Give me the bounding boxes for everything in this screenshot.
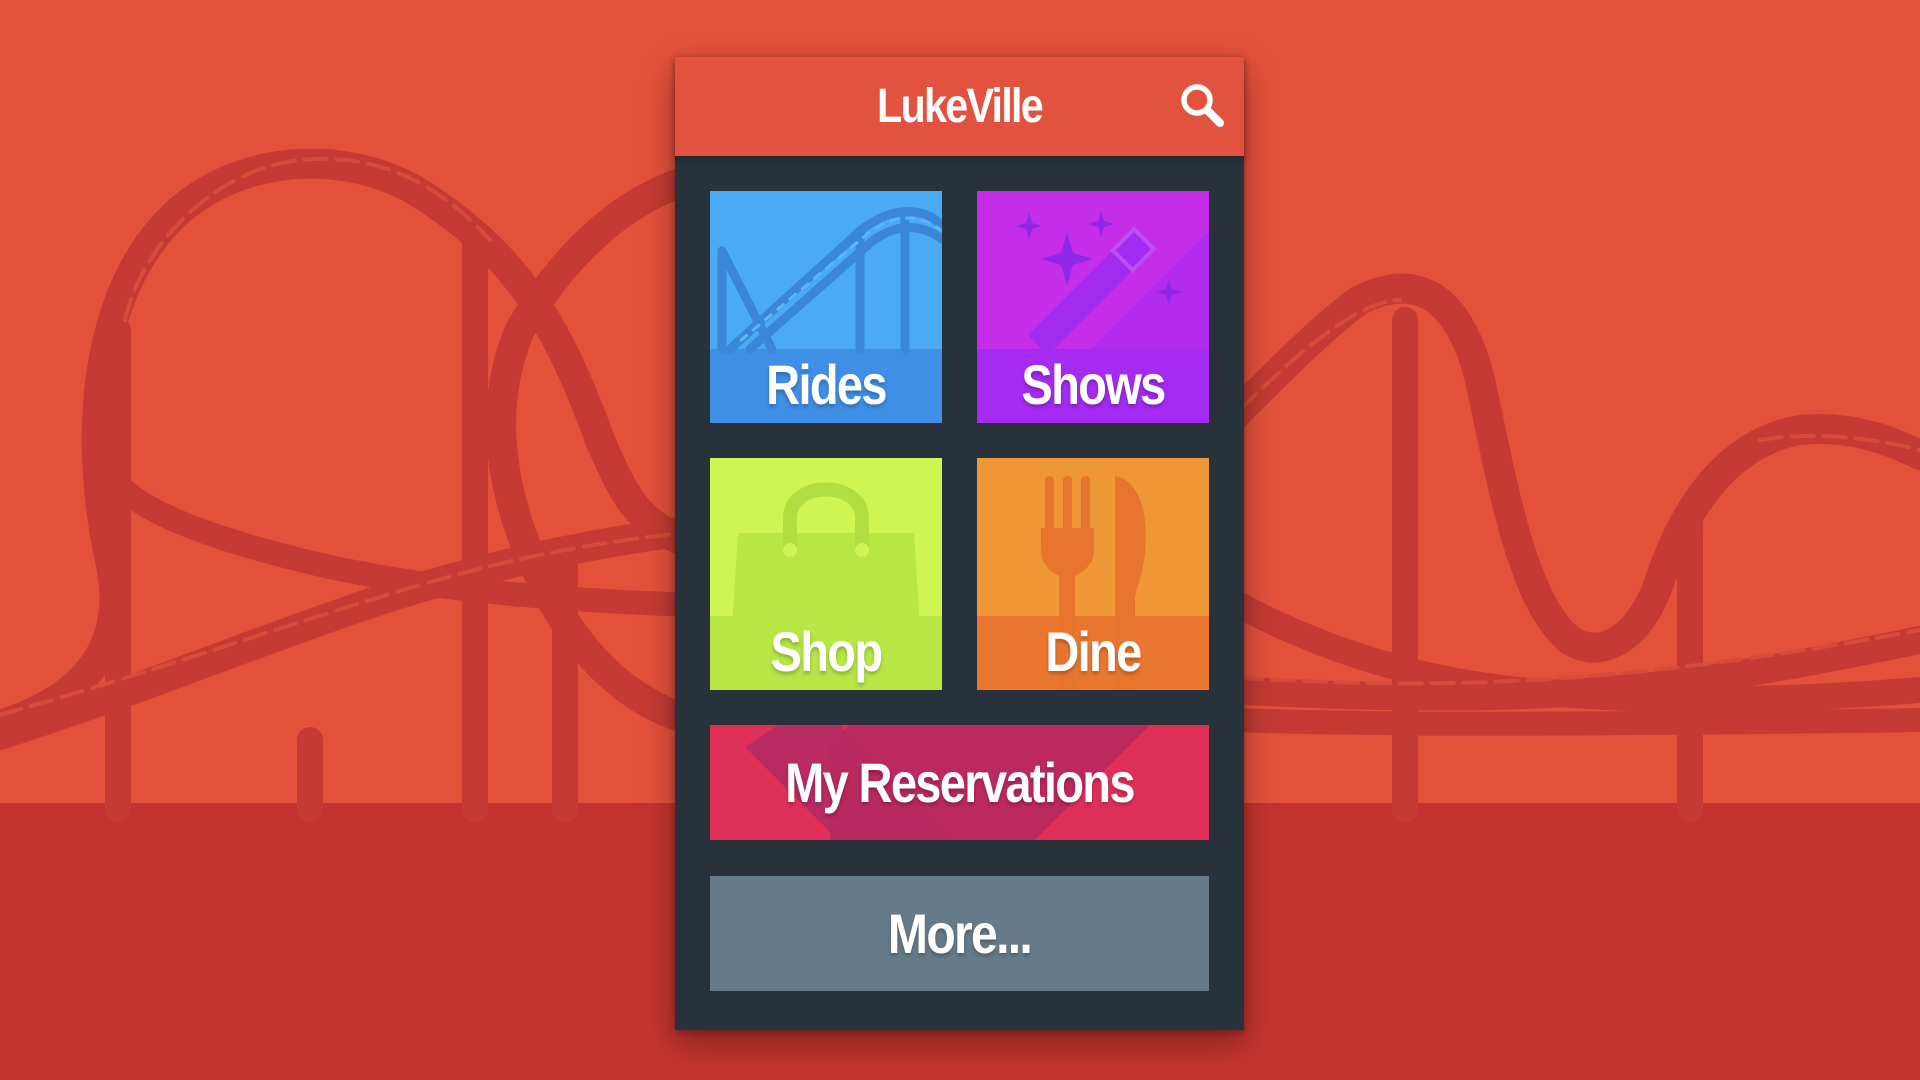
app-title: LukeVille [876, 80, 1044, 133]
search-button[interactable] [1177, 80, 1227, 130]
shop-label: Shop [770, 620, 884, 683]
dine-label: Dine [1045, 620, 1142, 683]
shows-tile[interactable]: Shows [977, 191, 1209, 423]
search-icon [1181, 84, 1224, 127]
app-window: LukeVille Rides Shows Shop Dine My Reser… [675, 57, 1244, 1030]
more-label: More... [887, 902, 1033, 965]
rides-label: Rides [766, 353, 887, 416]
app-bar: LukeVille [675, 57, 1244, 156]
my-reservations-button[interactable]: My Reservations [710, 725, 1209, 840]
my-reservations-label: My Reservations [785, 751, 1135, 814]
more-button[interactable]: More... [710, 876, 1209, 991]
shows-label: Shows [1021, 353, 1166, 416]
rides-tile[interactable]: Rides [710, 191, 942, 423]
dine-tile[interactable]: Dine [977, 458, 1209, 690]
shop-tile[interactable]: Shop [710, 458, 942, 690]
